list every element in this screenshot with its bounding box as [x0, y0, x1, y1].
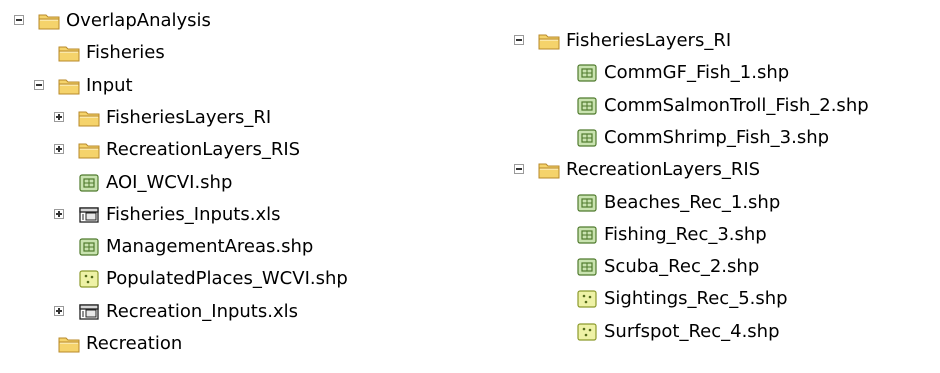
tree-item-label: Scuba_Rec_2.shp	[604, 256, 760, 278]
folder-icon	[78, 109, 100, 127]
expand-toggle-icon[interactable]	[54, 111, 64, 122]
tree-item-label: Recreation	[86, 333, 183, 354]
expand-toggle-icon[interactable]	[54, 208, 64, 219]
folder-icon	[538, 161, 560, 179]
tree-item-label: ManagementAreas.shp	[106, 236, 314, 258]
tree-item-label: Sightings_Rec_5.shp	[604, 288, 788, 310]
tree-item-label: Beaches_Rec_1.shp	[604, 191, 781, 213]
tree-item-label: CommSalmonTroll_Fish_2.shp	[604, 94, 869, 116]
collapse-toggle-icon[interactable]	[514, 35, 524, 45]
expand-toggle-icon[interactable]	[54, 305, 64, 316]
folder-icon	[538, 32, 560, 50]
table-icon	[78, 206, 100, 224]
tree-item-label: Fishing_Rec_3.shp	[604, 223, 767, 245]
folder-icon	[78, 141, 100, 159]
polygon-layer-icon	[576, 64, 598, 82]
tree-item-label: FisheriesLayers_RI	[566, 30, 732, 51]
tree-item-label: Surfspot_Rec_4.shp	[604, 320, 780, 342]
folder-icon	[58, 77, 80, 95]
expand-toggle-icon[interactable]	[54, 144, 64, 155]
folder-icon	[58, 335, 80, 353]
point-layer-icon	[576, 323, 598, 341]
folder-icon	[58, 44, 80, 62]
tree-item-label: OverlapAnalysis	[66, 10, 211, 31]
tree-item-label: Fisheries	[86, 42, 165, 64]
polygon-layer-icon	[78, 173, 100, 192]
polygon-layer-icon	[576, 129, 598, 147]
polygon-layer-icon	[78, 238, 100, 256]
tree-item-label: AOI_WCVI.shp	[106, 171, 233, 193]
tree-item-label: RecreationLayers_RIS	[566, 159, 761, 181]
tree-item-label: FisheriesLayers_RI	[106, 106, 272, 128]
collapse-toggle-icon[interactable]	[34, 79, 44, 90]
tree-item-label: Recreation_Inputs.xls	[106, 300, 298, 322]
table-icon	[78, 303, 100, 321]
collapse-toggle-icon[interactable]	[514, 164, 524, 175]
tree-item-label: CommGF_Fish_1.shp	[604, 62, 790, 84]
tree-item-label: CommShrimp_Fish_3.shp	[604, 126, 830, 148]
tree-item-label: Fisheries_Inputs.xls	[106, 203, 281, 225]
tree-item-label: Input	[86, 74, 133, 96]
polygon-layer-icon	[576, 258, 598, 276]
polygon-layer-icon	[576, 96, 598, 115]
polygon-layer-icon	[576, 193, 598, 212]
tree-item-label: RecreationLayers_RIS	[106, 139, 301, 161]
point-layer-icon	[78, 270, 100, 288]
folder-icon	[38, 12, 60, 30]
tree-item-label: PopulatedPlaces_WCVI.shp	[106, 268, 348, 290]
point-layer-icon	[576, 290, 598, 308]
polygon-layer-icon	[576, 226, 598, 244]
collapse-toggle-icon[interactable]	[14, 15, 24, 25]
